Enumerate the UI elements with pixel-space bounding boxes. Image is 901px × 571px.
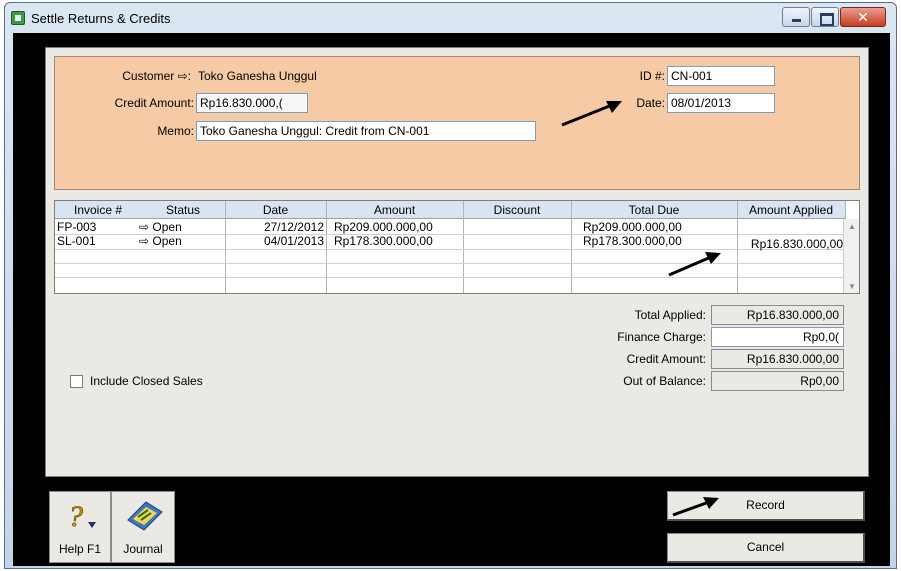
row1-amount: Rp209.000.000,00 <box>334 220 433 234</box>
grid-divider <box>571 201 572 293</box>
col-total-due[interactable]: Total Due <box>571 203 737 217</box>
include-closed-label[interactable]: Include Closed Sales <box>90 374 203 388</box>
row2-status[interactable]: ⇨ Open <box>139 234 182 248</box>
grid-header: Invoice # Status Date Amount Discount To… <box>55 201 845 219</box>
grid-row-line <box>55 277 845 278</box>
col-discount[interactable]: Discount <box>463 203 571 217</box>
memo-field[interactable]: Toko Ganesha Unggul: Credit from CN-001 <box>196 121 536 141</box>
memo-label: Memo: <box>157 124 194 138</box>
close-icon: ✕ <box>857 9 869 25</box>
client-area: Customer ⇨: Toko Ganesha Unggul Credit A… <box>13 33 890 566</box>
finance-charge-label: Finance Charge: <box>617 330 706 344</box>
journal-label: Journal <box>123 542 163 556</box>
journal-button[interactable]: Journal <box>111 491 175 563</box>
row1-date: 27/12/2012 <box>263 220 324 234</box>
title-bar: Settle Returns & Credits ✕ <box>5 3 896 33</box>
col-status[interactable]: Status <box>141 203 225 217</box>
scroll-down-icon[interactable]: ▼ <box>844 279 859 293</box>
settle-panel: Customer ⇨: Toko Ganesha Unggul Credit A… <box>45 47 869 477</box>
settle-returns-window: Settle Returns & Credits ✕ Customer ⇨: T… <box>4 2 897 569</box>
credit-amount-total-field: Rp16.830.000,00 <box>711 349 844 369</box>
col-amount-applied[interactable]: Amount Applied <box>737 203 845 217</box>
credit-amount-field[interactable]: Rp16.830.000,( <box>196 93 308 113</box>
row2-amount: Rp178.300.000,00 <box>334 234 433 248</box>
grid-divider <box>463 201 464 293</box>
grid-row-line <box>55 263 845 264</box>
row2-total-due: Rp178.300.000,00 <box>583 234 682 248</box>
id-label: ID #: <box>639 69 665 83</box>
row1-invoice[interactable]: FP-003 <box>57 220 96 234</box>
total-applied-label: Total Applied: <box>634 308 706 322</box>
window-title: Settle Returns & Credits <box>31 11 171 26</box>
credit-amount-label: Credit Amount: <box>114 96 194 110</box>
close-button[interactable]: ✕ <box>840 7 886 27</box>
total-applied-field: Rp16.830.000,00 <box>711 305 844 325</box>
finance-charge-field[interactable]: Rp0,0( <box>711 327 844 347</box>
customer-zoom-arrow-icon[interactable]: ⇨: <box>178 69 191 83</box>
include-closed-checkbox[interactable] <box>70 375 83 388</box>
id-field[interactable]: CN-001 <box>667 66 775 86</box>
minimize-button[interactable] <box>782 7 810 27</box>
customer-name: Toko Ganesha Unggul <box>198 69 317 83</box>
row1-status[interactable]: ⇨ Open <box>139 220 182 234</box>
grid-scrollbar[interactable]: ▲ ▼ <box>843 219 859 293</box>
row1-total-due: Rp209.000.000,00 <box>583 220 682 234</box>
row2-date: 04/01/2013 <box>263 234 324 248</box>
col-date[interactable]: Date <box>225 203 326 217</box>
invoice-grid: Invoice # Status Date Amount Discount To… <box>54 200 860 294</box>
out-of-balance-label: Out of Balance: <box>623 374 706 388</box>
cancel-button[interactable]: Cancel <box>667 533 865 563</box>
col-invoice[interactable]: Invoice # <box>55 203 141 217</box>
credit-amount-total-label: Credit Amount: <box>626 352 706 366</box>
annotation-arrow-icon <box>561 101 622 127</box>
help-button[interactable]: ? Help F1 <box>49 491 111 563</box>
grid-divider <box>737 201 738 293</box>
annotation-arrow-icon <box>668 252 721 277</box>
customer-label: Customer ⇨: <box>122 69 191 83</box>
grid-divider <box>326 201 327 293</box>
grid-row-line <box>55 249 845 250</box>
header-section: Customer ⇨: Toko Ganesha Unggul Credit A… <box>54 56 860 190</box>
date-field[interactable]: 08/01/2013 <box>667 93 775 113</box>
annotation-arrow-icon <box>672 497 719 517</box>
row2-invoice[interactable]: SL-001 <box>57 234 96 248</box>
help-label: Help F1 <box>58 542 102 556</box>
app-icon <box>11 11 25 25</box>
svg-text:?: ? <box>68 500 83 532</box>
out-of-balance-field: Rp0,00 <box>711 371 844 391</box>
help-question-icon: ? <box>68 500 96 532</box>
col-amount[interactable]: Amount <box>326 203 463 217</box>
row2-applied[interactable]: Rp16.830.000,00 <box>739 237 843 251</box>
journal-icon <box>127 501 163 531</box>
scroll-up-icon[interactable]: ▲ <box>844 219 859 235</box>
maximize-button[interactable] <box>811 7 839 27</box>
